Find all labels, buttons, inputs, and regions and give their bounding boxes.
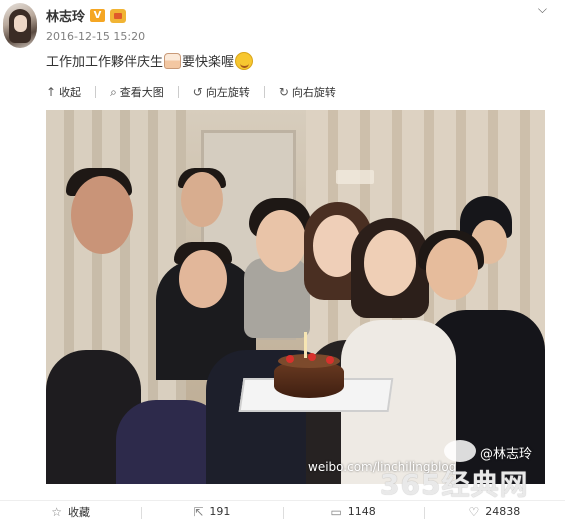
star-icon: ☆ xyxy=(51,504,62,519)
post-photo[interactable]: @林志玲 weibo.com/linchilingblog xyxy=(46,110,545,484)
arrow-up-icon: ↑ xyxy=(46,85,57,99)
comment-button[interactable]: ▭ 1148 xyxy=(282,504,424,519)
person-face xyxy=(364,230,416,296)
user-name[interactable]: 林志玲 xyxy=(46,6,85,25)
like-button[interactable]: ♡ 24838 xyxy=(423,504,565,519)
post-footer: ☆ 收藏 ⇱ 191 ▭ 1148 ♡ 24838 xyxy=(0,500,565,522)
post-timestamp[interactable]: 2016-12-15 15:20 xyxy=(46,30,145,43)
comment-count: 1148 xyxy=(347,505,376,518)
rotate-right-icon: ↻ xyxy=(278,85,289,99)
thumbs-up-icon: ♡ xyxy=(468,504,480,519)
crown-icon xyxy=(110,8,127,23)
rotate-left-icon: ↺ xyxy=(192,85,203,99)
post-text: 工作加工作夥伴庆生 要快楽喔 xyxy=(46,51,254,70)
site-watermark: 365经典网 xyxy=(380,468,529,501)
view-large-label: 查看大图 xyxy=(119,86,164,99)
verified-badge: V xyxy=(90,9,106,22)
like-count: 24838 xyxy=(485,505,521,518)
toolbar-divider xyxy=(177,86,179,98)
repost-count: 191 xyxy=(209,505,231,518)
repost-button[interactable]: ⇱ 191 xyxy=(141,505,282,519)
comment-icon: ▭ xyxy=(330,504,342,519)
photo-background-light xyxy=(336,170,374,184)
rotate-right-label: 向右旋转 xyxy=(291,86,336,99)
cake-emoji-icon xyxy=(164,52,182,69)
image-toolbar: ↑ 收起 ⌕ 查看大图 ↺ 向左旋转 ↻ 向右旋转 xyxy=(46,78,545,106)
rotate-right-button[interactable]: ↻ 向右旋转 xyxy=(279,84,336,100)
person-face xyxy=(256,210,306,272)
smile-emoji-icon xyxy=(235,51,254,70)
post-header: 林志玲 V xyxy=(46,6,127,25)
person-face xyxy=(179,250,227,308)
favorite-label: 收藏 xyxy=(68,505,90,519)
strawberry-decoration xyxy=(286,355,294,363)
avatar[interactable] xyxy=(3,3,37,48)
post-text-part-2: 要快楽喔 xyxy=(182,55,235,70)
person-face xyxy=(426,238,478,300)
rotate-left-button[interactable]: ↺ 向左旋转 xyxy=(193,84,250,100)
collapse-button[interactable]: ↑ 收起 xyxy=(46,84,81,100)
candle xyxy=(304,332,307,358)
repost-icon: ⇱ xyxy=(193,504,204,519)
person-face xyxy=(181,172,223,227)
watermark-user: @林志玲 xyxy=(480,447,533,462)
favorite-button[interactable]: ☆ 收藏 xyxy=(0,504,141,520)
post-text-part-1: 工作加工作夥伴庆生 xyxy=(46,55,164,70)
toolbar-divider xyxy=(263,86,265,98)
toolbar-divider xyxy=(95,86,97,98)
view-large-button[interactable]: ⌕ 查看大图 xyxy=(110,84,164,100)
chevron-down-icon[interactable]: ⌵ xyxy=(538,2,547,17)
strawberry-decoration xyxy=(326,356,334,364)
avatar-face xyxy=(14,15,27,32)
strawberry-decoration xyxy=(308,353,316,361)
weibo-logo-icon xyxy=(444,440,476,462)
collapse-label: 收起 xyxy=(59,86,82,99)
person-face xyxy=(71,176,133,254)
rotate-left-label: 向左旋转 xyxy=(205,86,250,99)
search-icon: ⌕ xyxy=(110,84,117,99)
